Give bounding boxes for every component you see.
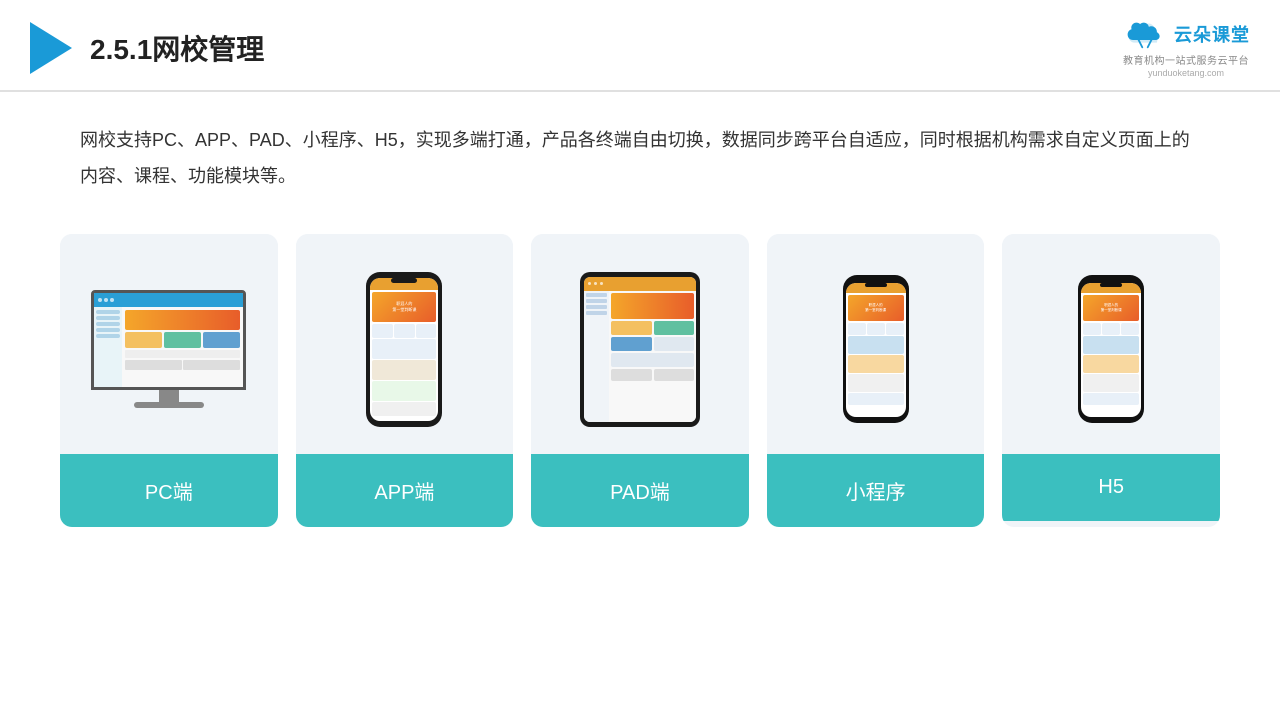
card-h5: 职涯人的第一堂判断课 H5 [1002,234,1220,527]
phone-notch [391,278,417,283]
card-miniprogram-image: 职涯人的第一堂判断课 [767,234,985,454]
tablet-nav [588,282,603,285]
card-miniprogram-label: 小程序 [767,454,985,527]
screen-body [94,307,243,387]
card-pad-image [531,234,749,454]
h5-phone-screen: 职涯人的第一堂判断课 [1081,283,1141,417]
h5-banner: 职涯人的第一堂判断课 [1083,295,1139,321]
mini-phone-screen: 职涯人的第一堂判断课 [846,283,906,417]
screen-sidebar [94,307,122,387]
play-icon [30,22,72,74]
phone-banner: 职涯人的第一堂判断课 [372,292,436,322]
tablet-body [584,291,696,422]
logo-cloud: 云朵课堂 [1122,18,1250,50]
cards-container: PC端 职涯人的第一堂判断课 [0,204,1280,557]
header-left: 2.5.1网校管理 [30,22,264,74]
phone-banner-text: 职涯人的第一堂判断课 [392,301,416,311]
monitor-screen [91,290,246,390]
tablet-screen [584,277,696,422]
card-h5-label: H5 [1002,454,1220,521]
phone-screen: 职涯人的第一堂判断课 [370,278,438,421]
logo-area: 云朵课堂 教育机构一站式服务云平台 yunduoketang.com [1122,18,1250,78]
card-pc-image [60,234,278,454]
card-app-label: APP端 [296,454,514,527]
mini-phone-body: 职涯人的第一堂判断课 [846,293,906,407]
tablet-sidebar [584,291,609,422]
phone-screen-body: 职涯人的第一堂判断课 [370,290,438,418]
header: 2.5.1网校管理 云朵课堂 教育机构一站式服务云平台 yunduoketang… [0,0,1280,92]
card-pad-label: PAD端 [531,454,749,527]
tablet-mockup [580,272,700,427]
screen-main [122,307,243,387]
card-pc-label: PC端 [60,454,278,527]
h5-phone-body: 职涯人的第一堂判断课 [1081,293,1141,407]
mini-phone-notch [865,283,887,287]
logo-subtitle: 教育机构一站式服务云平台 [1123,52,1249,67]
description-text: 网校支持PC、APP、PAD、小程序、H5，实现多端打通，产品各终端自由切换，数… [80,130,1190,186]
card-pad: PAD端 [531,234,749,527]
monitor-screen-content [94,293,243,387]
logo-url: yunduoketang.com [1148,68,1224,78]
logo-text: 云朵课堂 [1174,21,1250,47]
card-h5-image: 职涯人的第一堂判断课 [1002,234,1220,454]
app-phone-mockup: 职涯人的第一堂判断课 [366,272,442,427]
h5-phone-notch [1100,283,1122,287]
cloud-logo-icon [1122,18,1168,50]
card-pc: PC端 [60,234,278,527]
mini-banner: 职涯人的第一堂判断课 [848,295,904,321]
card-app: 职涯人的第一堂判断课 APP端 [296,234,514,527]
pc-monitor [91,290,246,408]
description: 网校支持PC、APP、PAD、小程序、H5，实现多端打通，产品各终端自由切换，数… [0,92,1280,204]
h5-banner-text: 职涯人的第一堂判断课 [1101,303,1122,313]
mini-banner-text: 职涯人的第一堂判断课 [865,303,886,313]
tablet-main [609,291,696,422]
page-title: 2.5.1网校管理 [90,28,264,68]
card-miniprogram: 职涯人的第一堂判断课 小程序 [767,234,985,527]
h5-phone: 职涯人的第一堂判断课 [1078,275,1144,423]
miniprogram-phone: 职涯人的第一堂判断课 [843,275,909,423]
nav-bar [94,293,243,307]
card-app-image: 职涯人的第一堂判断课 [296,234,514,454]
tablet-screen-top [584,277,696,291]
